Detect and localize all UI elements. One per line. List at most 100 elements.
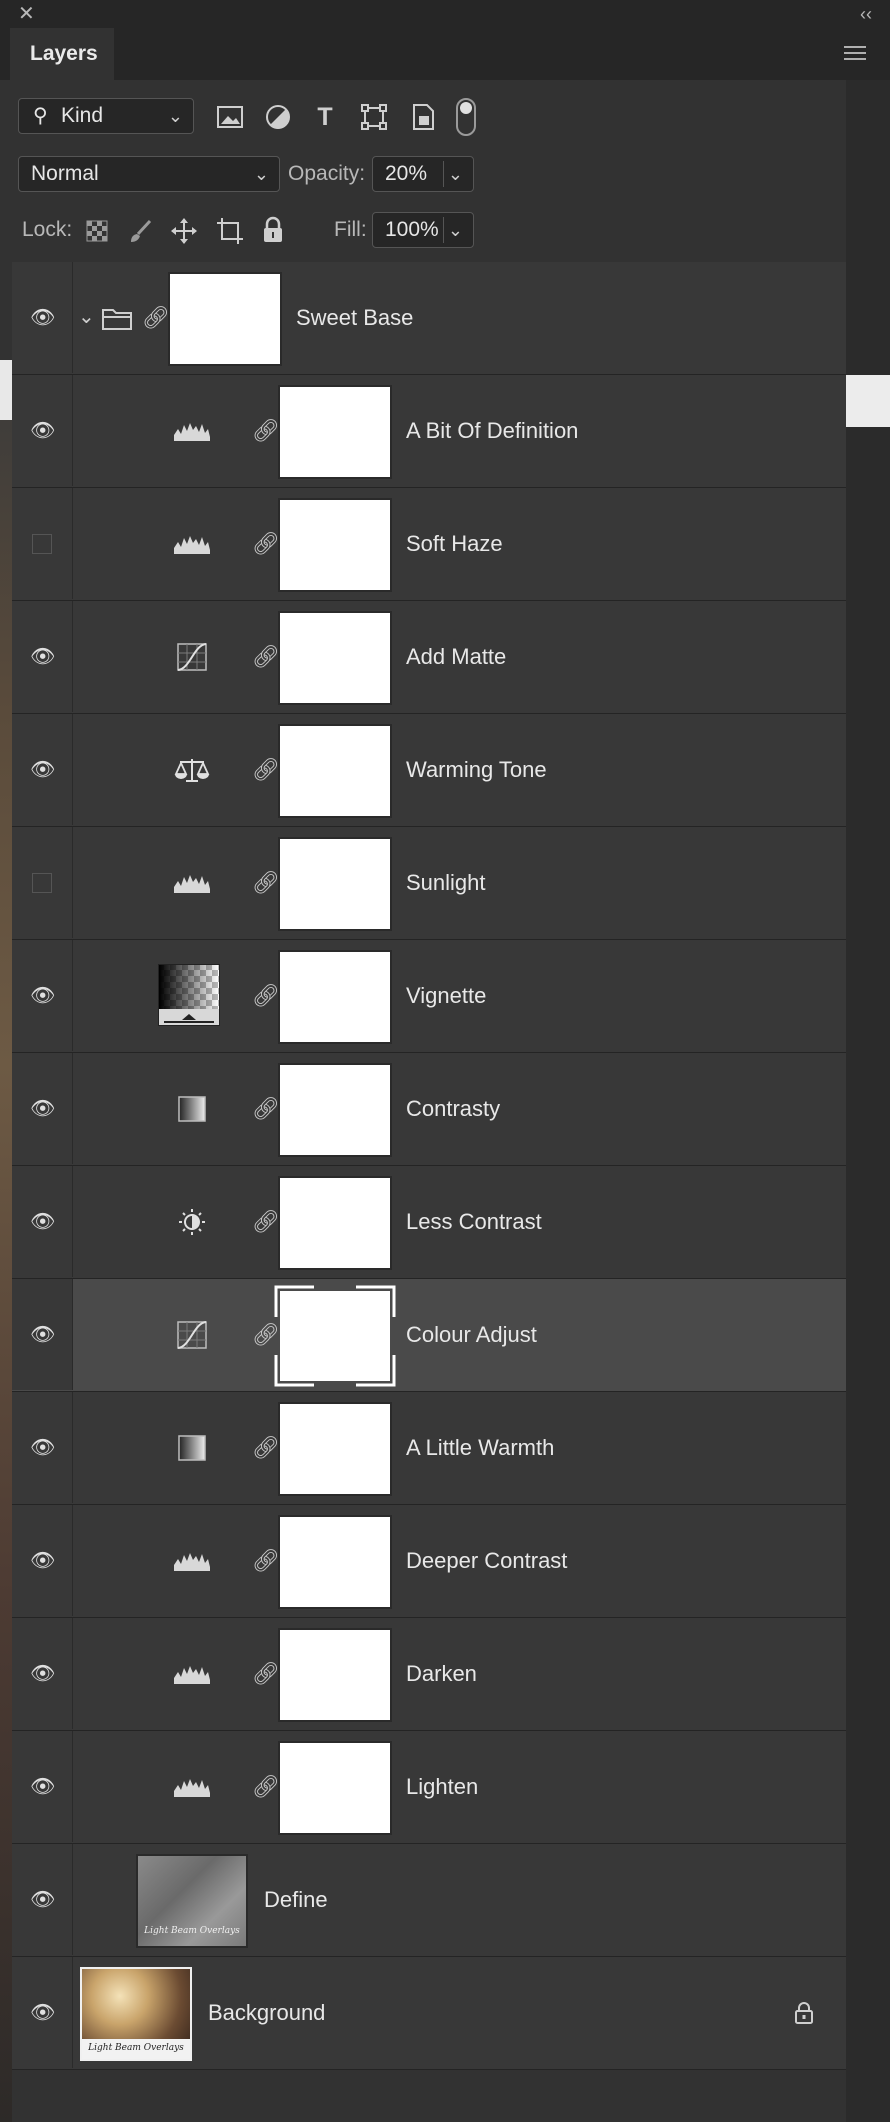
link-icon[interactable]: 🔗︎ [252,1208,280,1236]
layer-name[interactable]: A Little Warmth [406,1392,554,1504]
layer-row-less-contrast[interactable]: 👁 🔗︎ Less Contrast [12,1166,846,1279]
link-icon[interactable]: 🔗︎ [142,304,170,332]
blend-mode-select[interactable]: Normal ⌄ [18,156,280,192]
layer-row-contrasty[interactable]: 👁 🔗︎ Contrasty [12,1053,846,1166]
opacity-field[interactable]: 20% ⌄ [372,156,474,192]
link-icon[interactable]: 🔗︎ [252,756,280,784]
eye-icon[interactable]: 👁 [30,985,55,1007]
link-icon[interactable]: 🔗︎ [252,869,280,897]
layer-thumbnail[interactable]: Light Beam Overlays [80,1967,192,2061]
layer-name[interactable]: Sweet Base [296,262,413,374]
gradient-fill-thumbnail[interactable] [158,964,220,1026]
layer-mask-thumbnail[interactable] [278,837,392,931]
visibility-toggle[interactable]: 👁 [12,1166,73,1277]
layer-name[interactable]: A Bit Of Definition [406,375,578,487]
layer-name[interactable]: Vignette [406,940,486,1052]
layer-name[interactable]: Less Contrast [406,1166,542,1278]
layer-mask-thumbnail-selected[interactable] [274,1285,396,1387]
layer-row-add-matte[interactable]: 👁 🔗︎ Add Matte [12,601,846,714]
lock-position-icon[interactable] [170,217,198,245]
eye-icon[interactable]: 👁 [30,420,55,442]
visibility-toggle[interactable] [12,488,73,599]
smart-object-filter-icon[interactable] [410,103,436,131]
collapse-panel-icon[interactable]: ‹‹ [860,2,872,26]
link-icon[interactable]: 🔗︎ [252,1095,280,1123]
eye-icon[interactable]: 👁 [30,1437,55,1459]
eye-icon[interactable]: 👁 [30,1324,55,1346]
layer-name[interactable]: Lighten [406,1731,478,1843]
layer-name[interactable]: Warming Tone [406,714,547,826]
filter-toggle-icon[interactable] [456,98,476,136]
visibility-toggle[interactable]: 👁 [12,1279,73,1390]
link-icon[interactable]: 🔗︎ [252,643,280,671]
layer-mask-thumbnail[interactable] [278,1402,392,1496]
visibility-toggle[interactable]: 👁 [12,1844,73,1955]
link-icon[interactable]: 🔗︎ [252,1773,280,1801]
layer-mask-thumbnail[interactable] [278,611,392,705]
link-icon[interactable]: 🔗︎ [252,530,280,558]
chevron-down-icon[interactable]: ⌄ [78,304,95,329]
visibility-toggle[interactable] [12,827,73,938]
layer-row-sunlight[interactable]: 🔗︎ Sunlight [12,827,846,940]
layer-name[interactable]: Sunlight [406,827,486,939]
layer-name[interactable]: Background [208,1957,325,2069]
layer-name[interactable]: Darken [406,1618,477,1730]
layer-mask-thumbnail[interactable] [278,724,392,818]
layer-row-colour-adjust[interactable]: 👁 🔗︎ Colour Adjust [12,1279,846,1392]
fill-field[interactable]: 100% ⌄ [372,212,474,248]
layer-row-sweet-base[interactable]: 👁 ⌄ 🔗︎ Sweet Base [12,262,846,375]
panel-scrollbar-track[interactable] [846,0,890,2122]
link-icon[interactable]: 🔗︎ [252,1547,280,1575]
layer-name[interactable]: Soft Haze [406,488,503,600]
eye-icon[interactable]: 👁 [30,1098,55,1120]
eye-icon[interactable]: 👁 [30,759,55,781]
eye-icon[interactable]: 👁 [30,1663,55,1685]
layer-mask-thumbnail[interactable] [278,1515,392,1609]
opacity-chevron-icon[interactable]: ⌄ [448,157,463,191]
visibility-off-box[interactable] [32,873,52,893]
eye-icon[interactable]: 👁 [30,2002,55,2024]
layer-mask-thumbnail[interactable] [278,950,392,1044]
eye-icon[interactable]: 👁 [30,1889,55,1911]
layer-mask-thumbnail[interactable] [278,498,392,592]
visibility-toggle[interactable]: 👁 [12,1053,73,1164]
eye-icon[interactable]: 👁 [30,307,55,329]
type-filter-icon[interactable]: T [310,102,340,132]
layer-name[interactable]: Deeper Contrast [406,1505,567,1617]
visibility-toggle[interactable]: 👁 [12,1392,73,1503]
link-icon[interactable]: 🔗︎ [252,417,280,445]
hamburger-menu-icon[interactable] [844,46,866,62]
link-icon[interactable]: 🔗︎ [252,982,280,1010]
eye-icon[interactable]: 👁 [30,1211,55,1233]
lock-all-icon[interactable] [262,216,284,244]
link-icon[interactable]: 🔗︎ [252,1660,280,1688]
layer-mask-thumbnail[interactable] [278,385,392,479]
fill-chevron-icon[interactable]: ⌄ [448,213,463,247]
layer-mask-thumbnail[interactable] [168,272,282,366]
link-icon[interactable]: 🔗︎ [252,1434,280,1462]
shape-filter-icon[interactable] [360,103,388,131]
eye-icon[interactable]: 👁 [30,1550,55,1572]
lock-image-pixels-icon[interactable] [128,218,154,244]
link-icon[interactable]: 🔗︎ [252,1321,280,1349]
visibility-toggle[interactable]: 👁 [12,1957,73,2068]
visibility-toggle[interactable]: 👁 [12,940,73,1051]
visibility-toggle[interactable]: 👁 [12,1505,73,1616]
visibility-toggle[interactable]: 👁 [12,375,73,486]
layer-name[interactable]: Colour Adjust [406,1279,537,1391]
layer-mask-thumbnail[interactable] [278,1063,392,1157]
layer-name[interactable]: Contrasty [406,1053,500,1165]
layer-row-deeper-contrast[interactable]: 👁 🔗︎ Deeper Contrast [12,1505,846,1618]
adjustment-filter-icon[interactable] [264,103,292,131]
visibility-toggle[interactable]: 👁 [12,1731,73,1842]
layer-row-darken[interactable]: 👁 🔗︎ Darken [12,1618,846,1731]
layer-row-a-bit-of-definition[interactable]: 👁 🔗︎ A Bit Of Definition [12,375,846,488]
layer-row-lighten[interactable]: 👁 🔗︎ Lighten [12,1731,846,1844]
layer-row-vignette[interactable]: 👁 🔗︎ Vignette [12,940,846,1053]
layer-mask-thumbnail[interactable] [278,1741,392,1835]
tab-layers[interactable]: Layers [10,28,114,80]
layer-mask-thumbnail[interactable] [278,1628,392,1722]
layer-mask-thumbnail[interactable] [278,1176,392,1270]
lock-artboard-icon[interactable] [216,217,244,245]
layer-row-background[interactable]: 👁 Light Beam Overlays Background [12,1957,846,2070]
